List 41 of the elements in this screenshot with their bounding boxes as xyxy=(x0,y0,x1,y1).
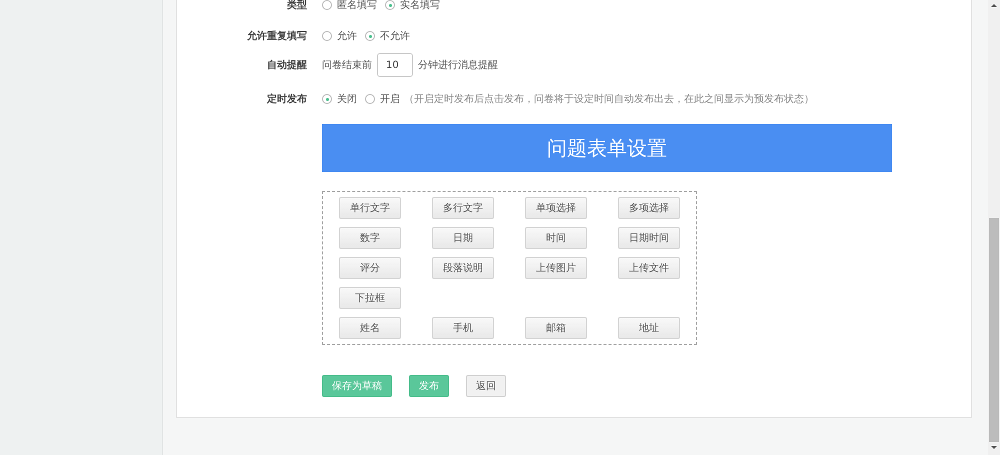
field-type-button[interactable]: 日期时间 xyxy=(618,227,680,249)
suffix-text: 分钟进行消息提醒 xyxy=(418,58,498,72)
option-label: 不允许 xyxy=(380,30,410,43)
radio-button[interactable] xyxy=(322,31,332,41)
hint-text: （开启定时发布后点击发布，问卷将于设定时间自动发布出去，在此之间显示为预发布状态） xyxy=(404,92,814,106)
field-type-button[interactable]: 地址 xyxy=(618,317,680,339)
field-type-button[interactable]: 评分 xyxy=(339,257,401,279)
field-type-button[interactable]: 上传文件 xyxy=(618,257,680,279)
minutes-input[interactable]: 10 xyxy=(377,53,413,77)
field-label: 自动提醒 xyxy=(266,58,307,72)
field-label: 允许重复填写 xyxy=(246,30,307,43)
scroll-up-icon[interactable] xyxy=(991,4,997,7)
back-button[interactable]: 返回 xyxy=(466,375,506,397)
field-type-button[interactable]: 数字 xyxy=(339,227,401,249)
radio-button[interactable] xyxy=(365,94,375,104)
scroll-thumb[interactable] xyxy=(989,218,999,442)
radio-button[interactable] xyxy=(322,94,332,104)
field-type-button[interactable]: 下拉框 xyxy=(339,287,401,309)
field-type-button[interactable]: 单行文字 xyxy=(339,197,401,219)
field-label: 定时发布 xyxy=(266,92,307,106)
option-label: 关闭 xyxy=(337,92,357,106)
field-type-button[interactable]: 上传图片 xyxy=(525,257,587,279)
prefix-text: 问卷结束前 xyxy=(322,58,372,72)
scrollbar[interactable] xyxy=(988,0,1000,455)
field-type-button[interactable]: 单项选择 xyxy=(525,197,587,219)
scroll-down-icon[interactable] xyxy=(991,446,997,449)
field-type-button[interactable]: 段落说明 xyxy=(432,257,494,279)
section-title: 问题表单设置 xyxy=(322,124,892,172)
radio-button[interactable] xyxy=(385,0,395,10)
field-type-button[interactable]: 日期 xyxy=(432,227,494,249)
field-type-button[interactable]: 多项选择 xyxy=(618,197,680,219)
field-type-button[interactable]: 时间 xyxy=(525,227,587,249)
field-type-button[interactable]: 邮箱 xyxy=(525,317,587,339)
radio-button[interactable] xyxy=(365,31,375,41)
radio-button[interactable] xyxy=(322,0,332,10)
field-type-button[interactable]: 姓名 xyxy=(339,317,401,339)
field-type-button[interactable]: 手机 xyxy=(432,317,494,339)
option-label: 开启 xyxy=(380,92,400,106)
option-label: 匿名填写 xyxy=(337,0,377,12)
field-type-button[interactable]: 多行文字 xyxy=(432,197,494,219)
option-label: 允许 xyxy=(337,30,357,43)
